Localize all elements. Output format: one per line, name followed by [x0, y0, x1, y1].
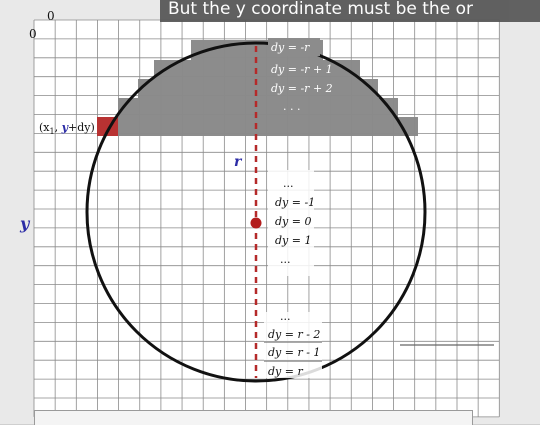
dy-label-bottom-2: dy = r - 2 — [268, 328, 320, 341]
dy-label-top-2: dy = -r + 1 — [271, 63, 333, 76]
dy-label-mid-1: ... — [283, 177, 294, 190]
dy-label-top-3: dy = -r + 2 — [271, 82, 333, 95]
dy-label-bottom-4: dy = r — [268, 365, 303, 378]
y-axis-origin-label: 0 — [29, 27, 37, 41]
center-point — [250, 217, 262, 229]
dy-label-bottom-3: dy = r - 1 — [268, 346, 320, 359]
circle-grid-diagram: 0 0 y r (x1, y+dy) dy = -r dy = -r + 1 d… — [19, 9, 500, 418]
dy-label-top-1: dy = -r — [271, 41, 310, 54]
dy-label-mid-2: dy = -1 — [275, 196, 315, 209]
dy-label-mid-5: ... — [280, 253, 291, 266]
dy-label-top-4: . . . — [283, 100, 300, 113]
dy-label-mid-3: dy = 0 — [275, 215, 311, 228]
shaded-band — [138, 79, 378, 98]
x-axis-origin-label: 0 — [47, 9, 55, 23]
point-label: (x1, y+dy) — [39, 121, 95, 136]
slide: 0 0 y r (x1, y+dy) dy = -r dy = -r + 1 d… — [0, 0, 540, 425]
bottom-panel — [34, 410, 473, 425]
y-axis-label: y — [19, 214, 31, 233]
video-caption: But the y coordinate must be the or — [160, 0, 540, 22]
dy-label-mid-4: dy = 1 — [275, 234, 311, 247]
dy-label-bottom-1: ... — [280, 310, 291, 323]
